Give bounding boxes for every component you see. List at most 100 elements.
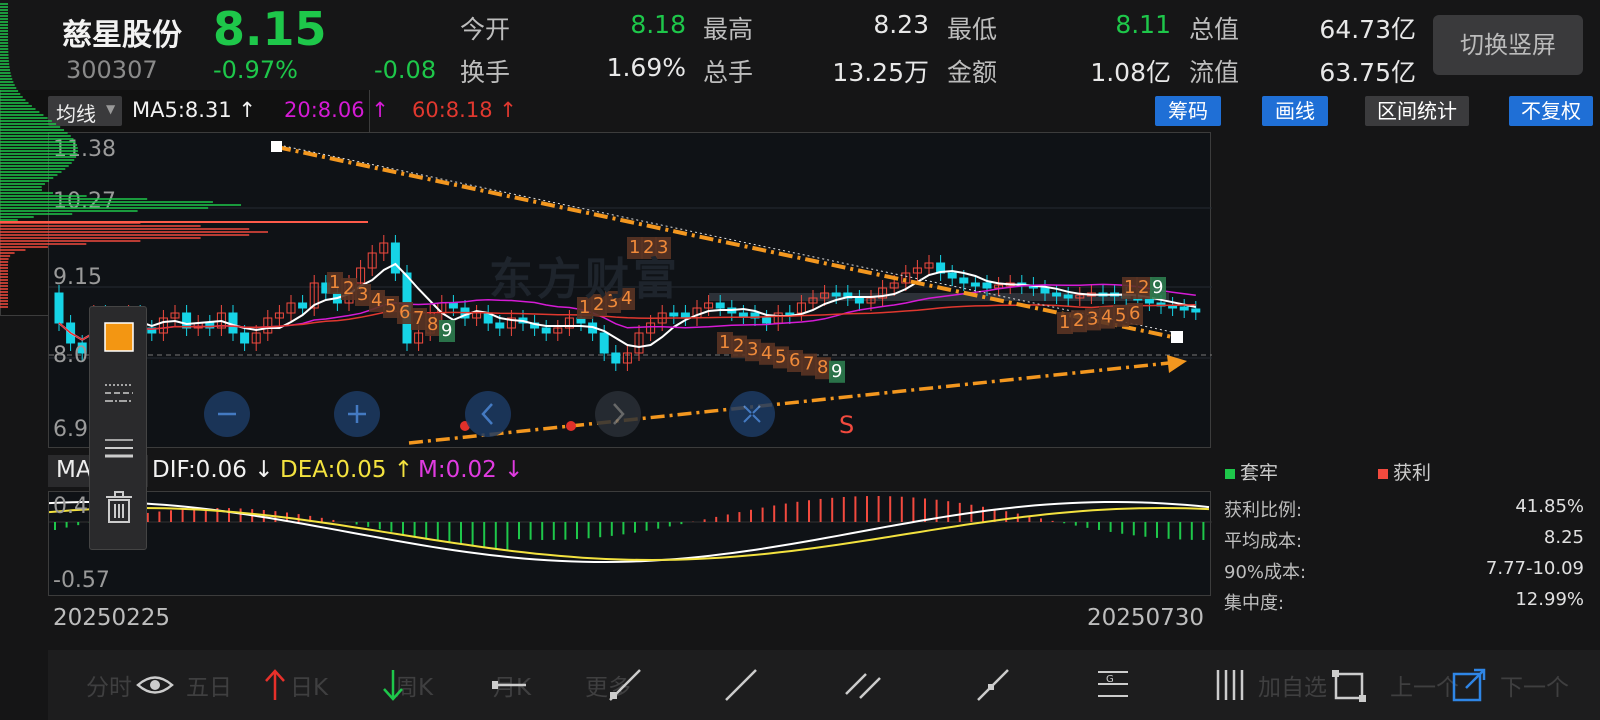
turnover-label: 换手 (460, 58, 511, 87)
macd-legend: MACD DIF:0.06 ↓ DEA:0.05 ↑ M:0.02 ↓ (48, 455, 1208, 487)
candle-body (762, 317, 772, 324)
stat-value: 7.77-10.09 (1485, 558, 1584, 579)
legend-trapped: 套牢 (1225, 458, 1278, 485)
tab-five-day[interactable]: 五日 (186, 668, 232, 702)
high-value: 8.23 (873, 10, 929, 39)
trendline-handle (1171, 331, 1183, 343)
legend-trapped-label: 套牢 (1240, 462, 1279, 484)
stat-label: 集中度: (1224, 593, 1285, 614)
td-label: 4 (761, 343, 772, 364)
td-label: 1 (1059, 312, 1070, 333)
minus-icon (218, 412, 236, 416)
stat-concentration: 集中度: 12.99% (1222, 589, 1590, 617)
candle-body (1191, 308, 1201, 313)
chip-distribution[interactable] (0, 0, 370, 316)
stat-label: 90%成本: (1224, 562, 1307, 583)
candle-body (240, 332, 250, 344)
td-label: 5 (1115, 305, 1126, 326)
horizontal-line-icon[interactable] (484, 660, 534, 710)
line-width-icon[interactable] (99, 429, 139, 469)
float-cap-label: 流值 (1189, 58, 1240, 87)
low-label: 最低 (947, 15, 998, 44)
stat-avg-cost: 平均成本: 8.25 (1222, 527, 1590, 555)
macd-chart[interactable]: 0.4 -0.57 (48, 491, 1212, 596)
stat-90-cost: 90%成本: 7.77-10.09 (1222, 558, 1590, 586)
zoom-out-button[interactable] (204, 391, 250, 437)
eye-icon[interactable] (130, 660, 180, 710)
candle-body (715, 302, 725, 309)
adjust-mode-button[interactable]: 不复权 (1509, 96, 1593, 126)
candle-body (947, 272, 957, 279)
candle-body (1052, 292, 1062, 297)
support-trendline (408, 361, 1170, 445)
chevron-right-icon (613, 403, 625, 425)
reset-view-button[interactable] (729, 391, 775, 437)
stat-profit-ratio: 获利比例: 41.85% (1222, 496, 1590, 524)
stat-label: 平均成本: (1224, 531, 1303, 552)
zoom-in-button[interactable] (334, 391, 380, 437)
td-label: 9 (831, 361, 842, 382)
macd-canvas (49, 496, 1212, 563)
float-cap-value: 63.75亿 (1319, 58, 1416, 87)
td-label: 7 (803, 354, 814, 375)
stat-label: 获利比例: (1224, 500, 1303, 521)
trash-icon[interactable] (99, 487, 139, 527)
open-label: 今开 (460, 15, 511, 44)
arrow-down-icon[interactable] (368, 660, 418, 710)
td-label: 5 (385, 296, 396, 317)
start-date: 20250225 (53, 605, 171, 631)
scroll-left-button[interactable] (465, 391, 511, 437)
segment-icon[interactable] (716, 660, 766, 710)
candle-body (599, 332, 609, 354)
macd-axis-label: -0.57 (53, 568, 110, 593)
parallel-line-icon[interactable] (838, 660, 888, 710)
td-label: 9 (441, 320, 452, 341)
candle-body (611, 352, 621, 364)
td-label: 2 (733, 336, 744, 357)
total-cap-value: 64.73亿 (1319, 15, 1416, 44)
legend-swatch (1378, 468, 1388, 479)
switch-portrait-button[interactable]: 切换竖屏 (1433, 15, 1583, 75)
line-style-icon[interactable] (99, 373, 139, 413)
extend-line-icon[interactable] (968, 660, 1018, 710)
td-label: 6 (789, 350, 800, 371)
td-label: 3 (747, 339, 758, 360)
share-icon[interactable] (1444, 660, 1494, 710)
turnover-value: 1.69% (606, 53, 686, 82)
td-label: 4 (1101, 307, 1112, 328)
signal-mark: S (839, 411, 855, 439)
candle-body (970, 282, 980, 287)
vertical-lines-icon[interactable] (1206, 660, 1256, 710)
change-amount: -0.08 (374, 56, 437, 84)
td-label: 9 (1152, 277, 1163, 298)
legend-profit-label: 获利 (1393, 462, 1432, 484)
td-label: 6 (1129, 303, 1140, 324)
add-watchlist-button[interactable]: 加自选 (1258, 668, 1327, 702)
candle-body (495, 322, 505, 329)
chevron-left-icon (481, 403, 493, 425)
next-button[interactable]: 下一个 (1500, 668, 1569, 702)
fibonacci-icon[interactable]: G (1088, 660, 1138, 710)
td-label: 1 (1124, 277, 1135, 298)
low-value: 8.11 (1115, 10, 1171, 39)
draw-line-button[interactable]: 画线 (1262, 96, 1328, 126)
candle-body (669, 312, 679, 317)
candle-body (831, 292, 841, 297)
td-label: 5 (775, 346, 786, 367)
svg-text:G: G (1106, 674, 1114, 685)
td-label: 3 (1087, 308, 1098, 329)
td-label: 1 (719, 332, 730, 353)
arrow-up-icon[interactable] (250, 660, 300, 710)
m-value: M:0.02 ↓ (418, 457, 524, 483)
chips-button[interactable]: 筹码 (1155, 96, 1221, 126)
interval-stats-button[interactable]: 区间统计 (1365, 96, 1469, 126)
color-swatch-icon[interactable] (99, 317, 139, 357)
td-label: 8 (817, 357, 828, 378)
chip-canvas (0, 3, 368, 308)
rectangle-icon[interactable] (1324, 660, 1374, 710)
ray-icon[interactable] (600, 660, 650, 710)
end-date: 20250730 (1087, 605, 1205, 631)
scroll-right-button[interactable] (595, 391, 641, 437)
td-label: 7 (413, 308, 424, 329)
tab-intraday[interactable]: 分时 (86, 668, 132, 702)
